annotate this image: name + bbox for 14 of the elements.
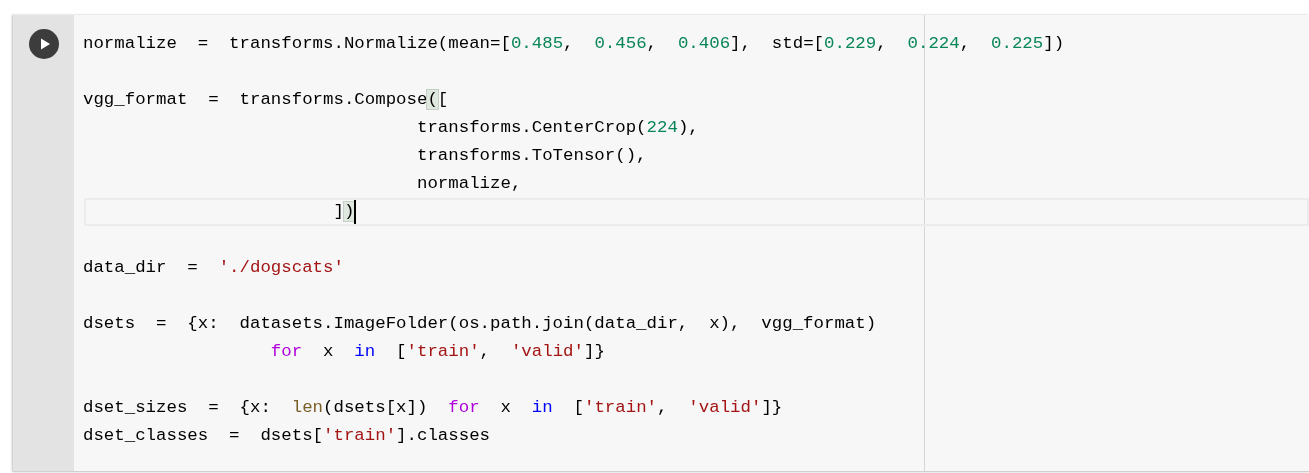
code-line: data_dir = './dogscats' bbox=[83, 257, 344, 279]
code-line: normalize, bbox=[415, 173, 522, 195]
code-line: dset_sizes = {x: len(dsets[x]) for x in ['train', 'valid']} bbox=[83, 397, 783, 419]
code-editor[interactable] bbox=[74, 15, 1309, 471]
code-line: for x in ['train', 'valid']} bbox=[270, 341, 605, 363]
code-line: transforms.ToTensor(), bbox=[415, 145, 647, 167]
text-cursor bbox=[354, 200, 357, 224]
code-line: normalize = transforms.Normalize(mean=[0.485, 0.456, 0.406], std=[0.229, 0.224, 0.225]) bbox=[83, 33, 1065, 55]
code-line: dsets = {x: datasets.ImageFolder(os.path.join(data_dir, x), vgg_format) bbox=[83, 313, 877, 335]
code-line: dset_classes = dsets['train'].classes bbox=[83, 425, 491, 447]
code-line: ]) bbox=[332, 201, 355, 223]
code-line: transforms.CenterCrop(224), bbox=[415, 117, 699, 139]
run-button[interactable] bbox=[28, 29, 59, 59]
code-line: vgg_format = transforms.Compose([ bbox=[83, 89, 449, 111]
